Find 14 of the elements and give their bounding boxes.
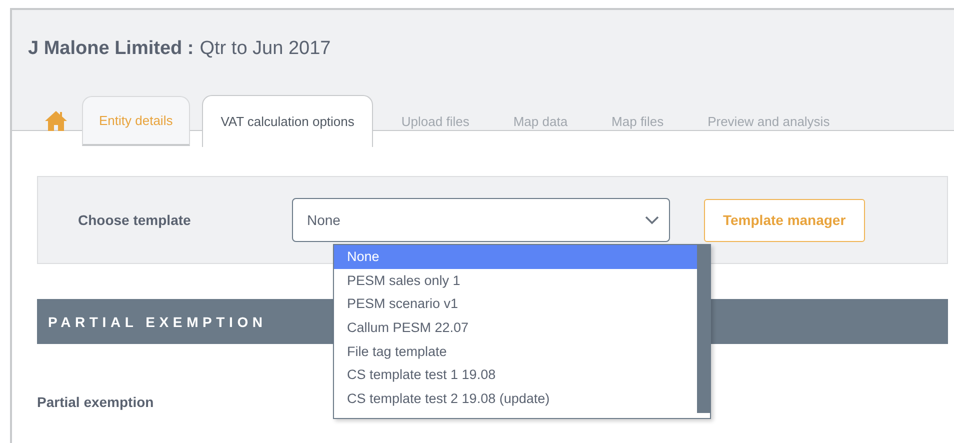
template-select[interactable]: None: [292, 198, 670, 242]
chevron-icon: [645, 216, 659, 224]
field-label: Partial exemption: [37, 394, 154, 410]
tab[interactable]: VAT calculation options: [202, 95, 374, 147]
entity-name: J Malone Limited :: [28, 38, 194, 60]
scrollbar[interactable]: [697, 245, 710, 413]
home-icon[interactable]: [44, 110, 68, 132]
period-label: Qtr to Jun 2017: [200, 38, 331, 60]
dropdown-option[interactable]: CS template test 1 19.08: [334, 363, 697, 388]
dropdown-option[interactable]: None: [334, 245, 697, 269]
dropdown-option[interactable]: Callum PESM 22.07: [334, 316, 697, 340]
field-label: Choose template: [77, 212, 192, 228]
dropdown-option[interactable]: PESM sales only 1: [334, 268, 697, 292]
dropdown-option[interactable]: CS template test 2 19.08 (update): [334, 387, 697, 411]
